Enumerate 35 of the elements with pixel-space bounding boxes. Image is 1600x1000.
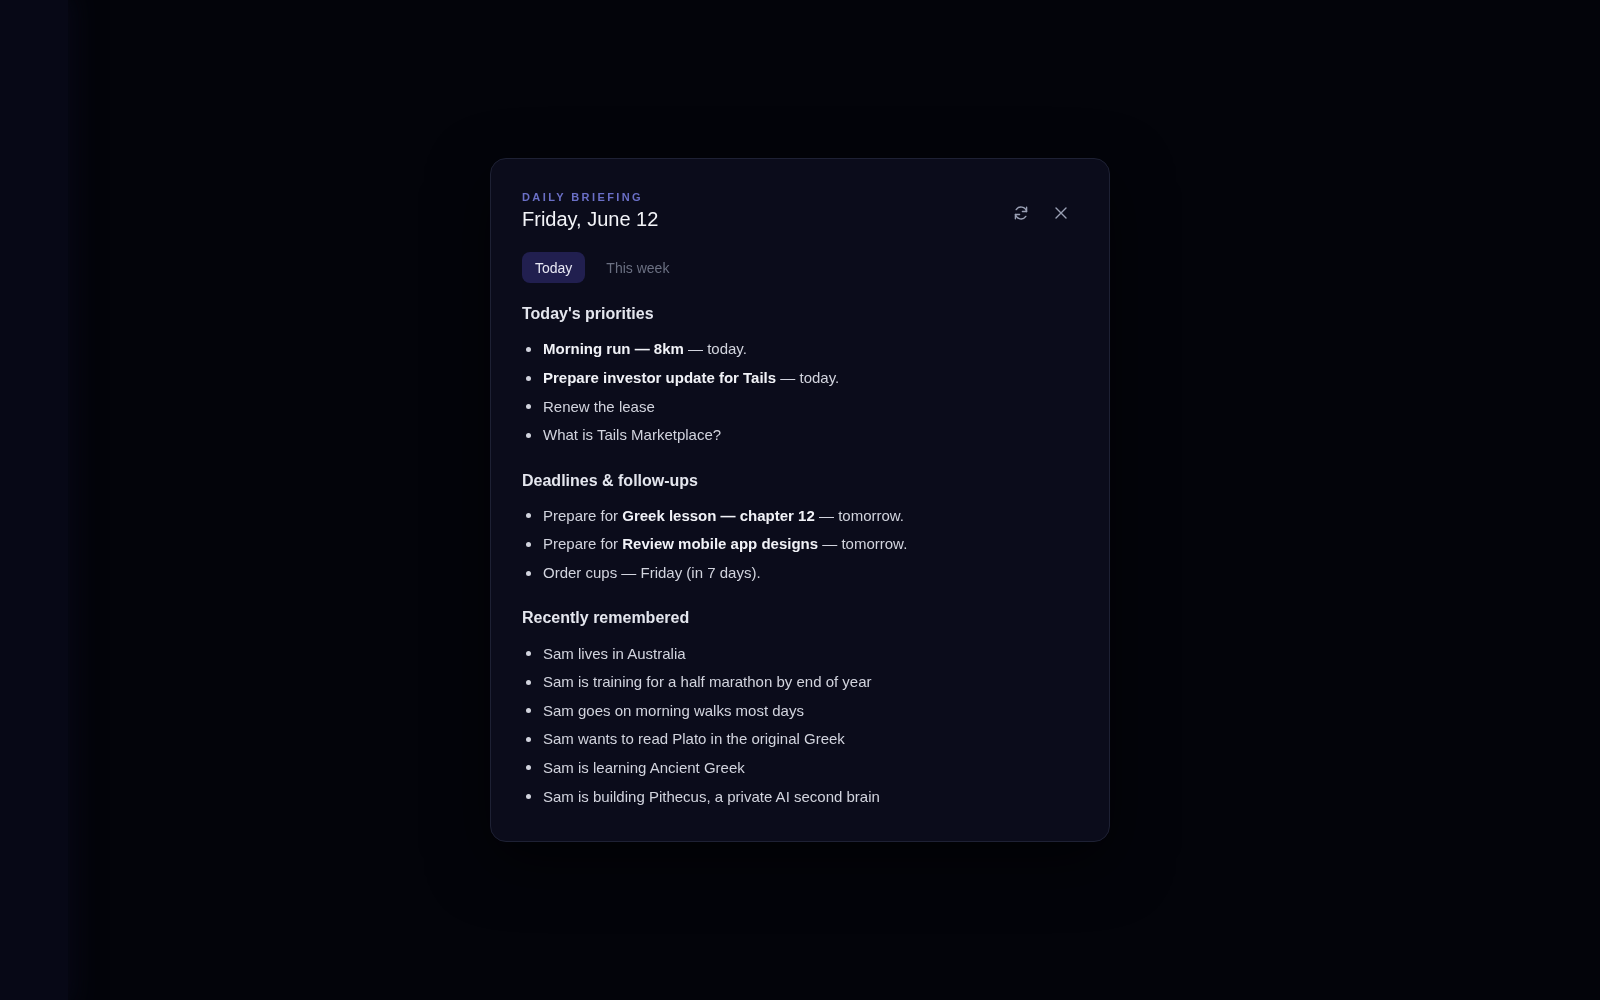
bullet-icon	[526, 765, 531, 771]
bullet-icon	[526, 346, 531, 352]
bullet-icon	[526, 432, 531, 438]
bullet-icon	[526, 513, 531, 519]
list-item-text: Order cups — Friday (in 7 days).	[543, 563, 761, 583]
list-item-text: Sam lives in Australia	[543, 643, 686, 664]
refresh-icon[interactable]	[1013, 205, 1029, 222]
bullet-icon	[526, 375, 531, 381]
bullet-icon	[526, 794, 531, 800]
list-item-text: Sam is training for a half marathon by end of year	[543, 672, 872, 693]
bullet-icon	[526, 404, 531, 410]
bullet-icon	[526, 541, 531, 547]
bullet-icon	[526, 736, 531, 742]
section-heading: Deadlines & follow-ups	[522, 470, 699, 491]
list-item-text: Sam goes on morning walks most days	[543, 700, 804, 721]
dialog-eyebrow: DAILY BRIEFING	[522, 190, 644, 205]
tab[interactable]: Today	[522, 252, 586, 284]
section-heading: Recently remembered	[522, 608, 691, 629]
list-item-text: Morning run — 8km — today.	[543, 339, 747, 360]
close-icon[interactable]	[1055, 207, 1067, 220]
list-item-text: Prepare for Greek lesson — chapter 12 — tomorrow.	[543, 505, 904, 526]
list-item-text: Prepare investor update for Tails — today.	[543, 368, 840, 389]
list-item-text: What is Tails Marketplace?	[543, 425, 722, 446]
list-item-text: Sam is building Pithecus, a private AI second brain	[543, 786, 880, 807]
list-item-text: Renew the lease	[543, 396, 655, 417]
bullet-icon	[526, 679, 531, 685]
section-heading: Today's priorities	[522, 304, 655, 325]
list-item-text: Prepare for Review mobile app designs — tomorrow.	[543, 534, 908, 555]
bullet-icon	[526, 570, 531, 576]
bullet-icon	[526, 651, 531, 657]
list-item-text: Sam is learning Ancient Greek	[543, 757, 745, 778]
bullet-icon	[526, 708, 531, 714]
tab[interactable]: This week	[593, 252, 683, 284]
dialog-title: Friday, June 12	[522, 207, 659, 233]
list-item-text: Sam wants to read Plato in the original Greek	[543, 729, 845, 750]
